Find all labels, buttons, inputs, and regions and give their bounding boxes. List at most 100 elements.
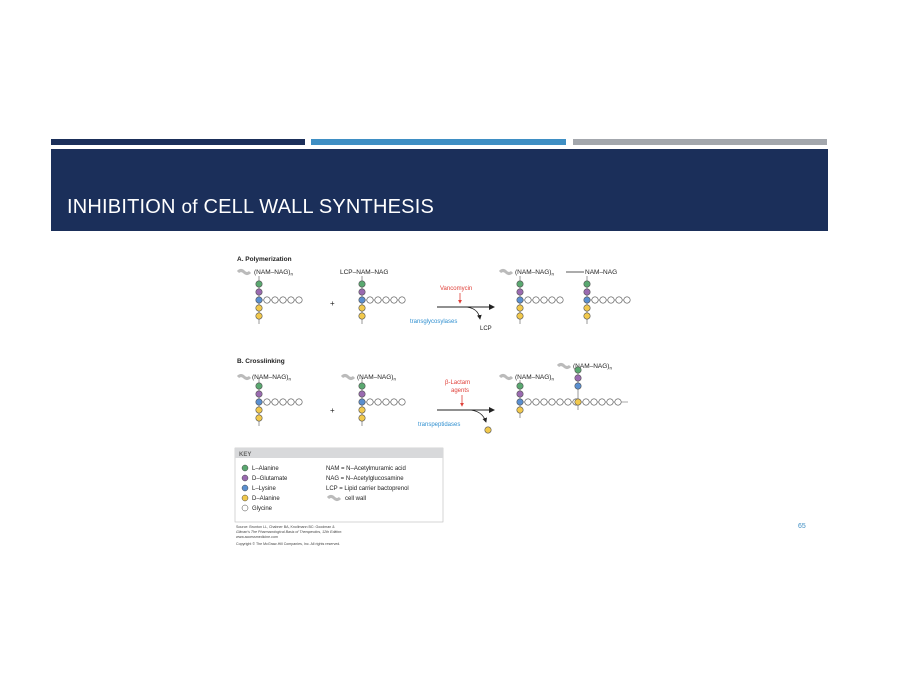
l-alanine-residue: [583, 280, 591, 288]
glycine-residue: [590, 398, 598, 406]
title-rest: CELL WALL SYNTHESIS: [203, 196, 434, 218]
legend-item: D–Alanine: [252, 496, 280, 502]
peptide-stem: [255, 276, 303, 324]
glycine-residue: [591, 296, 599, 304]
glycine-residue: [524, 398, 532, 406]
d-alanine-residue: [358, 304, 366, 312]
glycine-residue: [540, 398, 548, 406]
glycine-residue: [287, 398, 295, 406]
glycine-residue: [582, 398, 590, 406]
l-alanine-residue: [516, 280, 524, 288]
d-alanine-residue: [255, 414, 263, 422]
beta-lactam-label: β-Lactam: [445, 380, 470, 386]
panel-b-reaction-arrow: β-Lactam agents transpeptidases: [418, 380, 495, 434]
d-glutamate-residue: [255, 288, 263, 296]
d-alanine-residue: [516, 312, 524, 320]
l-lysine-residue: [516, 296, 524, 304]
glycine-residue: [614, 398, 622, 406]
glycine-residue: [398, 398, 406, 406]
d-glutamate-residue: [516, 288, 524, 296]
chain-label: (NAM–NAG)n: [254, 269, 293, 277]
legend-item: L–Alanine: [252, 466, 279, 472]
panel-a-heading: A. Polymerization: [237, 256, 292, 263]
glycine-residue: [564, 398, 572, 406]
plus-sign: +: [330, 299, 335, 308]
d-glutamate-residue: [358, 390, 366, 398]
glycine-residue: [390, 398, 398, 406]
glycine-residue: [279, 398, 287, 406]
l-alanine-residue: [255, 382, 263, 390]
peptide-stem: [255, 378, 303, 426]
glycine-residue: [623, 296, 631, 304]
glycine-residue: [615, 296, 623, 304]
panel-a-chain1: (NAM–NAG)n: [236, 269, 303, 324]
d-alanine-residue: [255, 304, 263, 312]
glycine-residue: [382, 398, 390, 406]
l-lysine-residue: [255, 398, 263, 406]
d-alanine-residue: [255, 406, 263, 414]
glycine-residue: [599, 296, 607, 304]
glycine-residue: [532, 296, 540, 304]
panel-b-chain1: (NAM–NAG)n: [236, 374, 303, 426]
cell-wall-icon: [498, 374, 514, 380]
title-of: of: [181, 197, 198, 218]
cell-wall-icon: [556, 363, 572, 369]
peptide-stem: [358, 378, 406, 426]
glycine-residue: [606, 398, 614, 406]
cell-wall-figure: A. Polymerization (NAM–NAG)n + LCP–NAM–N…: [232, 250, 652, 555]
product-label: (NAM–NAG)n: [515, 269, 554, 277]
plus-sign: +: [330, 406, 335, 415]
l-alanine-residue: [255, 280, 263, 288]
l-lysine-residue: [583, 296, 591, 304]
glycine-residue: [279, 296, 287, 304]
panel-a-reaction-arrow: Vancomycin transglycosylases LCP: [410, 286, 495, 332]
d-alanine-swatch: [241, 494, 249, 502]
glycine-residue: [374, 398, 382, 406]
panel-a-chain2: LCP–NAM–NAG: [340, 269, 406, 324]
glycine-residue: [598, 398, 606, 406]
source-citation: Source: Brunton LL, Chabner BA, Knollman…: [236, 525, 342, 546]
d-alanine-residue: [358, 414, 366, 422]
glycine-residue: [556, 398, 564, 406]
source-line: Gilman's The Pharmacological Basis of Th…: [236, 530, 342, 534]
l-lysine-residue: [358, 296, 366, 304]
glycine-residue: [398, 296, 406, 304]
d-glutamate-residue: [583, 288, 591, 296]
accent-bar-navy: [51, 139, 305, 145]
accent-bar-blue: [311, 139, 566, 145]
title-banner: INHIBITION of CELL WALL SYNTHESIS: [51, 149, 828, 231]
panel-a-product: (NAM–NAG)n NAM–NAG: [498, 269, 631, 324]
chain-label: (NAM–NAG)n: [252, 374, 291, 382]
legend-item: Glycine: [252, 506, 273, 512]
d-alanine-residue: [574, 398, 582, 406]
product-left-label: (NAM–NAG)n: [515, 374, 554, 382]
l-lysine-residue: [255, 296, 263, 304]
cell-wall-icon: [498, 269, 514, 275]
legend-item: L–Lysine: [252, 486, 276, 492]
source-line: www.accessmedicine.com: [236, 535, 278, 539]
definition: NAG = N–Acetylglucosamine: [326, 476, 404, 482]
d-alanine-residue: [516, 406, 524, 414]
d-glutamate-residue: [255, 390, 263, 398]
panel-b-heading: B. Crosslinking: [237, 358, 285, 365]
panel-b-chain2: (NAM–NAG)n: [340, 374, 406, 426]
d-alanine-residue: [358, 406, 366, 414]
glycine-residue: [295, 296, 303, 304]
glycine-residue: [382, 296, 390, 304]
d-glutamate-residue: [516, 390, 524, 398]
glycine-residue: [366, 398, 374, 406]
agents-label: agents: [451, 388, 469, 394]
slide-title: INHIBITION of CELL WALL SYNTHESIS: [67, 196, 434, 219]
glycine-residue: [540, 296, 548, 304]
glycine-residue: [263, 296, 271, 304]
definition: LCP = Lipid carrier bactoprenol: [326, 486, 409, 492]
transglycosylases-label: transglycosylases: [410, 319, 457, 325]
d-alanine-byproduct: [484, 426, 492, 434]
lcp-label: LCP: [480, 326, 492, 332]
source-line: Copyright © The McGraw-Hill Companies, I…: [236, 542, 340, 546]
title-main: INHIBITION: [67, 196, 176, 218]
glycine-residue: [271, 296, 279, 304]
peptide-stem: [583, 276, 631, 324]
glycine-residue: [556, 296, 564, 304]
glycine-residue: [374, 296, 382, 304]
